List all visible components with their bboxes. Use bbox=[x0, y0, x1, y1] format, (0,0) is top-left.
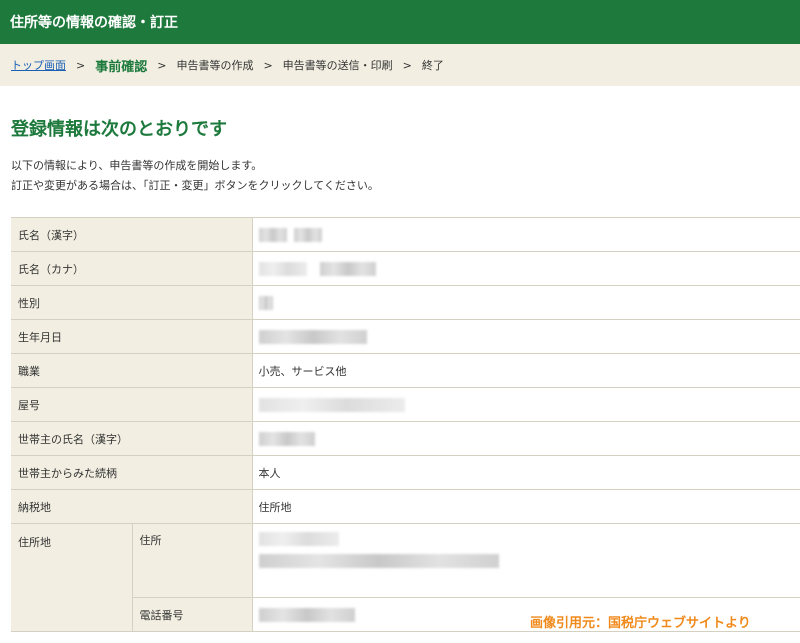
redacted-value bbox=[258, 397, 405, 412]
row-value-address bbox=[252, 523, 800, 598]
breadcrumb-step-end: 終了 bbox=[421, 59, 444, 72]
row-value-householder-name bbox=[252, 421, 800, 456]
redacted-value bbox=[294, 227, 322, 242]
intro-line-2: 訂正や変更がある場合は、「訂正・変更」ボタンをクリックしてください。 bbox=[11, 179, 379, 192]
table-row: 世帯主の氏名（漢字） bbox=[11, 421, 800, 456]
row-label-householder-name: 世帯主の氏名（漢字） bbox=[11, 421, 253, 456]
breadcrumb-step-create: 申告書等の作成 bbox=[176, 59, 254, 72]
breadcrumb-separator: > bbox=[402, 58, 412, 72]
row-label-occupation: 職業 bbox=[11, 353, 253, 388]
row-value-occupation: 小売、サービス他 bbox=[252, 353, 800, 388]
redacted-value bbox=[258, 554, 499, 568]
row-value-birthdate bbox=[252, 319, 800, 354]
row-value-trade-name bbox=[252, 387, 800, 422]
image-source-note: 画像引用元：国税庁ウェブサイトより bbox=[530, 616, 751, 631]
row-label-name-kana: 氏名（カナ） bbox=[11, 251, 253, 286]
row-label-birthdate: 生年月日 bbox=[11, 319, 253, 354]
registration-info-table: 氏名（漢字） 氏名（カナ） 性別 生年月日 職業 小売、サービス他 屋号 世帯主… bbox=[11, 217, 800, 632]
redacted-value bbox=[258, 431, 315, 446]
row-label-name-kanji: 氏名（漢字） bbox=[11, 217, 253, 252]
breadcrumb-current-step: 事前確認 bbox=[95, 59, 148, 75]
row-value-relationship: 本人 bbox=[252, 455, 800, 490]
table-row: 住所地 住所 bbox=[11, 523, 800, 632]
row-label-relationship: 世帯主からみた続柄 bbox=[11, 455, 253, 490]
intro-line-1: 以下の情報により、申告書等の作成を開始します。 bbox=[11, 159, 263, 172]
row-label-tax-place: 納税地 bbox=[11, 489, 253, 524]
breadcrumb-separator: > bbox=[76, 58, 86, 72]
intro-text: 以下の情報により、申告書等の作成を開始します。 訂正や変更がある場合は、「訂正・… bbox=[11, 156, 789, 196]
row-label-trade-name: 屋号 bbox=[11, 387, 253, 422]
table-row: 職業 小売、サービス他 bbox=[11, 353, 800, 388]
row-value-name-kanji bbox=[252, 217, 800, 252]
breadcrumb-top-link[interactable]: トップ画面 bbox=[11, 57, 66, 73]
row-label-gender: 性別 bbox=[11, 285, 253, 320]
table-row: 世帯主からみた続柄 本人 bbox=[11, 455, 800, 490]
table-row: 生年月日 bbox=[11, 319, 800, 354]
row-label-phone: 電話番号 bbox=[132, 597, 253, 632]
redacted-value bbox=[258, 329, 367, 344]
header-bar: 住所等の情報の確認・訂正 bbox=[0, 0, 800, 44]
breadcrumb-separator: > bbox=[263, 58, 273, 72]
page-header-title: 住所等の情報の確認・訂正 bbox=[10, 15, 178, 31]
breadcrumb-separator: > bbox=[157, 58, 167, 72]
page-title: 登録情報は次のとおりです bbox=[11, 119, 227, 140]
row-value-name-kana bbox=[252, 251, 800, 286]
redacted-value bbox=[258, 532, 339, 546]
redacted-value bbox=[258, 295, 273, 310]
redacted-value bbox=[258, 607, 355, 622]
table-row: 屋号 bbox=[11, 387, 800, 422]
redacted-value bbox=[258, 227, 287, 242]
row-value-tax-place: 住所地 bbox=[252, 489, 800, 524]
table-row: 納税地 住所地 bbox=[11, 489, 800, 524]
redacted-value bbox=[320, 261, 376, 276]
table-row: 性別 bbox=[11, 285, 800, 320]
row-value-gender bbox=[252, 285, 800, 320]
breadcrumb-step-send: 申告書等の送信・印刷 bbox=[282, 59, 393, 72]
redacted-value bbox=[258, 261, 307, 276]
main-content: 登録情報は次のとおりです 以下の情報により、申告書等の作成を開始します。 訂正や… bbox=[0, 118, 800, 632]
breadcrumb: トップ画面 > 事前確認 > 申告書等の作成 > 申告書等の送信・印刷 > 終了 bbox=[0, 44, 800, 86]
table-row: 氏名（カナ） bbox=[11, 251, 800, 286]
row-label-address-group: 住所地 bbox=[11, 523, 133, 632]
row-label-address: 住所 bbox=[132, 523, 253, 598]
table-row: 氏名（漢字） bbox=[11, 217, 800, 252]
